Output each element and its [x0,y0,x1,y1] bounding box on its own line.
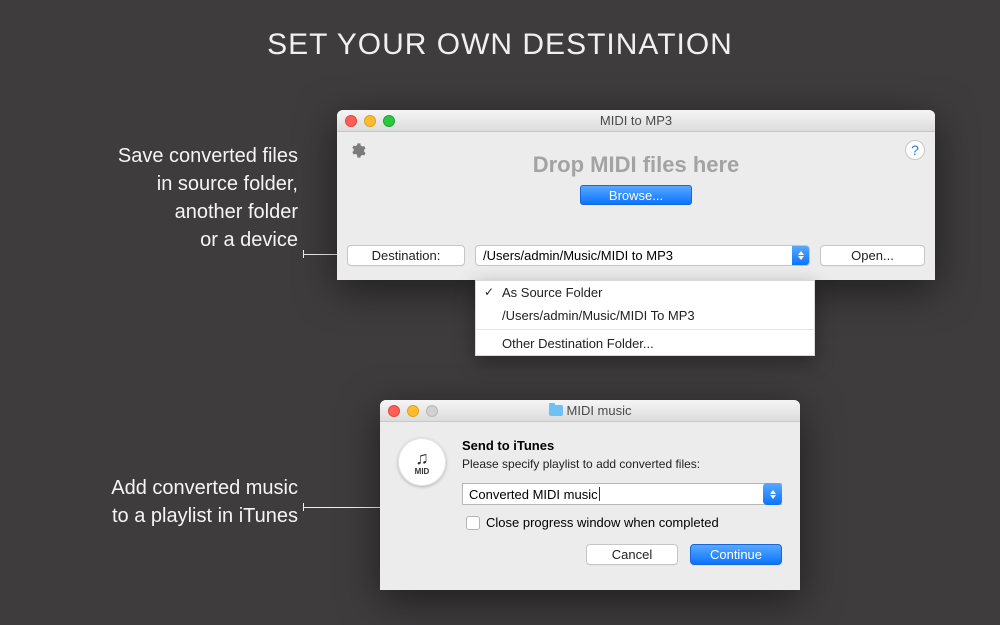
connector-line [303,507,380,508]
dropdown-item-path[interactable]: /Users/admin/Music/MIDI To MP3 [476,304,814,327]
zoom-icon[interactable] [383,115,395,127]
caption-destination: Save converted files in source folder, a… [28,142,298,254]
minimize-icon[interactable] [364,115,376,127]
close-icon[interactable] [388,405,400,417]
folder-icon [549,405,563,416]
connector-line [303,254,337,255]
window-controls [345,115,395,127]
page-title: SET YOUR OWN DESTINATION [0,28,1000,62]
continue-button[interactable]: Continue [690,544,782,565]
playlist-combobox[interactable]: Converted MIDI music [462,483,782,505]
browse-button[interactable]: Browse... [580,185,692,205]
zoom-icon [426,405,438,417]
checkbox[interactable] [466,516,480,530]
destination-row: Destination: /Users/admin/Music/MIDI to … [347,245,925,266]
destination-select[interactable]: /Users/admin/Music/MIDI to MP3 [475,245,810,266]
cancel-button[interactable]: Cancel [586,544,678,565]
dropdown-item-source[interactable]: ✓ As Source Folder [476,281,814,304]
dropdown-separator [476,329,814,330]
checkbox-row[interactable]: Close progress window when completed [462,515,782,530]
chevron-updown-icon [792,246,809,265]
checkbox-label: Close progress window when completed [486,515,719,530]
dropdown-item-other[interactable]: Other Destination Folder... [476,332,814,355]
titlebar: MIDI music [380,400,800,422]
window-title: MIDI music [549,403,632,418]
checkmark-icon: ✓ [484,285,494,299]
button-row: Cancel Continue [462,544,782,565]
text-cursor [599,487,600,501]
midi-icon: ♫ MID [398,438,446,486]
connector-tick [303,503,304,511]
open-button[interactable]: Open... [820,245,925,266]
dialog-body: ♫ MID Send to iTunes Please specify play… [380,422,800,590]
window-title: MIDI to MP3 [600,113,672,128]
caption-itunes: Add converted music to a playlist in iTu… [28,474,298,530]
destination-dropdown: ✓ As Source Folder /Users/admin/Music/MI… [475,280,815,356]
minimize-icon[interactable] [407,405,419,417]
window-controls [388,405,438,417]
close-icon[interactable] [345,115,357,127]
playlist-value: Converted MIDI music [469,487,598,502]
dialog-title: Send to iTunes [462,438,782,453]
dialog-subtitle: Please specify playlist to add converted… [462,457,782,471]
music-note-icon: ♫ [415,449,429,467]
titlebar: MIDI to MP3 [337,110,935,132]
chevron-updown-icon [763,483,782,505]
itunes-dialog: MIDI music ♫ MID Send to iTunes Please s… [380,400,800,590]
destination-value: /Users/admin/Music/MIDI to MP3 [483,248,673,263]
destination-button[interactable]: Destination: [347,245,465,266]
dropdown-item-label: As Source Folder [502,285,602,300]
main-window: MIDI to MP3 ? Drop MIDI files here Brows… [337,110,935,280]
drop-zone-text: Drop MIDI files here [337,152,935,178]
connector-tick [303,250,304,258]
